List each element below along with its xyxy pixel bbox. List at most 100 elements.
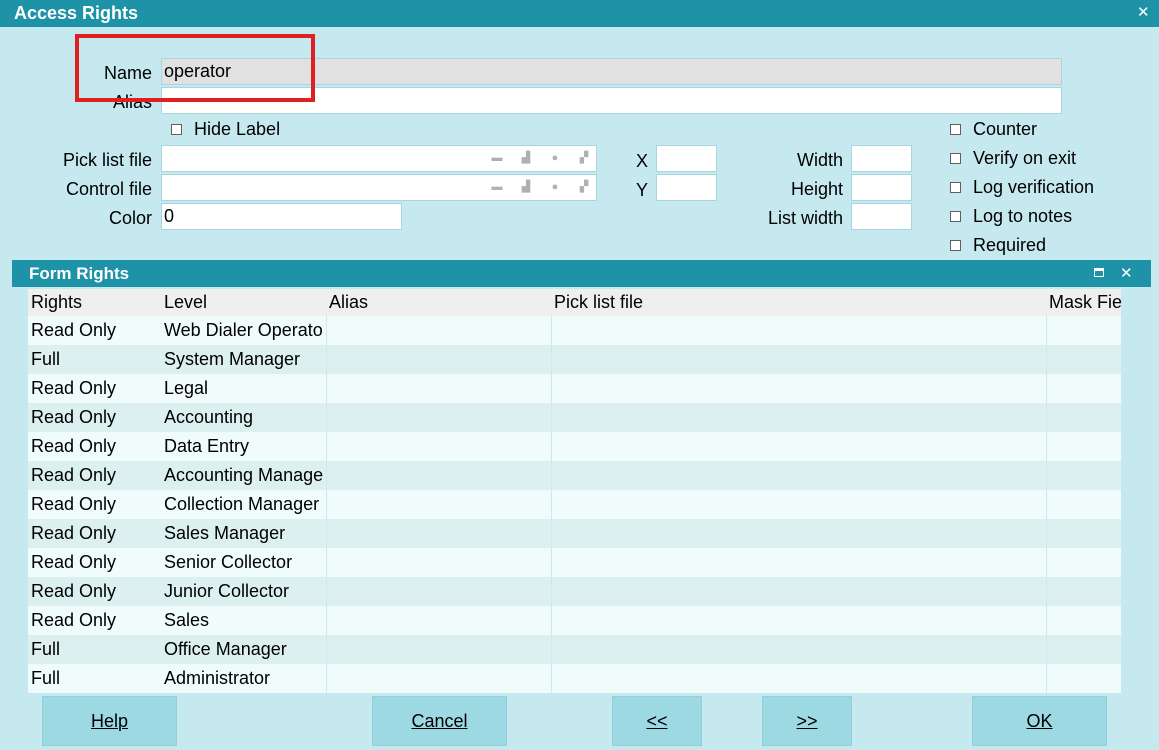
column-header-level[interactable]: Level <box>161 292 326 313</box>
clear-icon[interactable]: ● <box>549 152 561 164</box>
pick-list-cell <box>551 403 1046 432</box>
table-row[interactable]: Read Only Senior Collector <box>28 548 1121 577</box>
color-field[interactable] <box>161 203 402 230</box>
table-header: Rights Level Alias Pick list file Mask F… <box>28 289 1121 316</box>
table-row[interactable]: Read Only Accounting <box>28 403 1121 432</box>
table-row[interactable]: Read Only Junior Collector <box>28 577 1121 606</box>
level-cell: Data Entry <box>164 436 250 456</box>
mask-cell <box>1046 577 1121 606</box>
ok-button[interactable]: OK <box>972 696 1107 746</box>
mask-cell <box>1046 606 1121 635</box>
pick-list-label: Pick list file <box>62 150 152 170</box>
pick-list-cell <box>551 345 1046 374</box>
alias-cell <box>326 316 551 345</box>
level-cell: Junior Collector <box>164 581 290 601</box>
width-field[interactable] <box>851 145 912 172</box>
next-button[interactable]: >> <box>762 696 852 746</box>
alias-cell <box>326 461 551 490</box>
alias-cell <box>326 635 551 664</box>
level-cell: Senior Collector <box>164 552 293 572</box>
color-input[interactable] <box>164 204 401 229</box>
close-icon[interactable]: ✕ <box>1137 3 1150 21</box>
previous-button-label: << <box>646 710 668 731</box>
level-cell: Administrator <box>164 668 271 688</box>
pick-list-cell <box>551 490 1046 519</box>
hide-label-checkbox[interactable]: Hide Label <box>171 119 280 140</box>
column-header-pick-list-file[interactable]: Pick list file <box>551 292 1046 313</box>
checkbox-icon[interactable] <box>950 211 961 222</box>
cancel-button[interactable]: Cancel <box>372 696 507 746</box>
pick-list-cell <box>551 548 1046 577</box>
required-checkbox[interactable]: Required <box>950 235 1046 256</box>
clear-icon[interactable]: ● <box>549 181 561 193</box>
level-cell: Collection Manager <box>164 494 320 514</box>
rights-cell: Read Only <box>31 552 117 572</box>
log-to-notes-checkbox[interactable]: Log to notes <box>950 206 1072 227</box>
pick-list-cell <box>551 519 1046 548</box>
verify-on-exit-text: Verify on exit <box>973 148 1077 168</box>
table-row[interactable]: Full System Manager <box>28 345 1121 374</box>
table-row[interactable]: Read Only Accounting Manage <box>28 461 1121 490</box>
previous-button[interactable]: << <box>612 696 702 746</box>
lock-icon[interactable]: ▞ <box>578 181 590 193</box>
y-field[interactable] <box>656 174 717 201</box>
lock-icon[interactable]: ▞ <box>578 152 590 164</box>
table-row[interactable]: Full Office Manager <box>28 635 1121 664</box>
hide-label-text: Hide Label <box>194 119 281 139</box>
level-cell: Accounting <box>164 407 254 427</box>
checkbox-icon[interactable] <box>950 182 961 193</box>
column-header-rights[interactable]: Rights <box>28 292 161 313</box>
height-field[interactable] <box>851 174 912 201</box>
rights-cell: Read Only <box>31 436 117 456</box>
color-label: Color <box>108 208 152 228</box>
counter-checkbox[interactable]: Counter <box>950 119 1037 140</box>
close-icon[interactable]: ✕ <box>1120 264 1133 282</box>
alias-cell <box>326 490 551 519</box>
highlight-box <box>75 34 315 102</box>
folder-icon[interactable]: ▬ <box>491 152 503 164</box>
level-cell: System Manager <box>164 349 301 369</box>
verify-on-exit-checkbox[interactable]: Verify on exit <box>950 148 1076 169</box>
list-width-field[interactable] <box>851 203 912 230</box>
table-row[interactable]: Read Only Sales Manager <box>28 519 1121 548</box>
pick-list-field[interactable]: ▬ ▟ ● ▞ <box>161 145 597 172</box>
pick-list-cell <box>551 316 1046 345</box>
mask-cell <box>1046 316 1121 345</box>
column-header-mask-field[interactable]: Mask Fie <box>1046 292 1121 313</box>
table-body: Read Only Web Dialer Operato Full System M… <box>28 316 1121 693</box>
table-row[interactable]: Read Only Sales <box>28 606 1121 635</box>
required-text: Required <box>973 235 1047 255</box>
alias-cell <box>326 606 551 635</box>
checkbox-icon[interactable] <box>950 240 961 251</box>
mask-cell <box>1046 432 1121 461</box>
window-titlebar: Access Rights ✕ <box>0 0 1159 27</box>
table-row[interactable]: Read Only Data Entry <box>28 432 1121 461</box>
mask-cell <box>1046 461 1121 490</box>
control-file-field[interactable]: ▬ ▟ ● ▞ <box>161 174 597 201</box>
alias-cell <box>326 374 551 403</box>
table-row[interactable]: Read Only Legal <box>28 374 1121 403</box>
x-field[interactable] <box>656 145 717 172</box>
table-row[interactable]: Read Only Web Dialer Operato <box>28 316 1121 345</box>
pick-list-cell <box>551 461 1046 490</box>
next-button-label: >> <box>796 710 818 731</box>
log-verification-checkbox[interactable]: Log verification <box>950 177 1094 198</box>
log-verification-text: Log verification <box>973 177 1095 197</box>
table-row[interactable]: Full Administrator <box>28 664 1121 693</box>
edit-icon[interactable]: ▟ <box>520 152 532 164</box>
column-header-alias[interactable]: Alias <box>326 292 551 313</box>
table-row[interactable]: Read Only Collection Manager <box>28 490 1121 519</box>
rights-cell: Full <box>31 668 61 688</box>
alias-cell <box>326 403 551 432</box>
help-button[interactable]: Help <box>42 696 177 746</box>
pick-list-cell <box>551 664 1046 693</box>
folder-icon[interactable]: ▬ <box>491 181 503 193</box>
checkbox-icon[interactable] <box>950 124 961 135</box>
checkbox-icon[interactable] <box>950 153 961 164</box>
maximize-icon[interactable] <box>1094 268 1104 277</box>
pick-list-cell <box>551 432 1046 461</box>
counter-text: Counter <box>973 119 1038 139</box>
alias-cell <box>326 345 551 374</box>
edit-icon[interactable]: ▟ <box>520 181 532 193</box>
checkbox-icon[interactable] <box>171 124 182 135</box>
